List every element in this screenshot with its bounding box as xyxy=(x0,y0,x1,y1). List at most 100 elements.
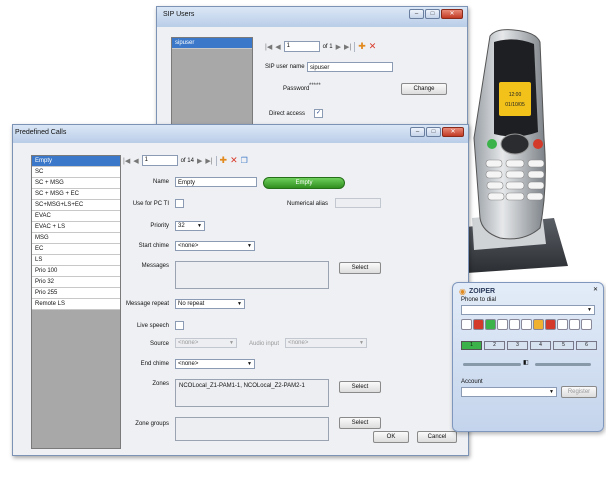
zone-groups-select-button[interactable]: Select xyxy=(339,417,381,429)
list-item[interactable]: Prio 32 xyxy=(32,277,120,288)
add-icon[interactable]: ✚ xyxy=(220,155,228,166)
list-item[interactable]: Prio 100 xyxy=(32,266,120,277)
next-page-icon[interactable]: ▶ xyxy=(336,43,341,51)
list-item[interactable]: Empty xyxy=(32,156,120,167)
list-item[interactable]: sipuser xyxy=(172,38,252,49)
chevron-down-icon: ▼ xyxy=(247,243,252,249)
hold-icon[interactable] xyxy=(497,319,508,330)
name-label: Name xyxy=(152,179,169,185)
ok-button[interactable]: OK xyxy=(373,431,409,443)
transfer-icon[interactable] xyxy=(509,319,520,330)
list-item[interactable]: SC+MSG+LS+EC xyxy=(32,200,120,211)
list-item[interactable]: EC xyxy=(32,244,120,255)
live-speech-checkbox[interactable] xyxy=(175,321,184,330)
register-button[interactable]: Register xyxy=(561,386,597,398)
priority-select[interactable]: 32 ▼ xyxy=(175,221,205,231)
mute-icon[interactable] xyxy=(521,319,532,330)
source-value: <none> xyxy=(178,340,199,346)
zones-area[interactable]: NCOLocal_Z1-PAM1-1, NCOLocal_Z2-PAM2-1 xyxy=(175,379,329,407)
line-tab[interactable]: 5 xyxy=(553,341,574,350)
sip-users-window: SIP Users – □ ✕ sipuser |◀ ◀ 1 of 1 ▶ ▶|… xyxy=(156,6,468,138)
sip-user-name-input[interactable]: sipuser xyxy=(307,62,393,72)
contacts-icon[interactable] xyxy=(533,319,544,330)
list-item[interactable]: SC + MSG + EC xyxy=(32,189,120,200)
audio-input-select[interactable]: <none> ▼ xyxy=(285,338,367,348)
line-tab[interactable]: 3 xyxy=(507,341,528,350)
source-select[interactable]: <none> ▼ xyxy=(175,338,237,348)
maximize-button[interactable]: □ xyxy=(426,127,441,137)
line-tab[interactable]: 1 xyxy=(461,341,482,350)
list-item[interactable]: MSG xyxy=(32,233,120,244)
cancel-button[interactable]: Cancel xyxy=(417,431,457,443)
page-input[interactable]: 1 xyxy=(141,155,178,166)
toolbar-separator xyxy=(354,41,356,52)
prev-page-icon[interactable]: ◀ xyxy=(133,157,138,165)
minimize-button[interactable]: – xyxy=(409,9,424,19)
call-icon[interactable] xyxy=(485,319,496,330)
settings-icon[interactable] xyxy=(569,319,580,330)
delete-icon[interactable]: ✕ xyxy=(230,155,238,166)
messages-select-button[interactable]: Select xyxy=(339,262,381,274)
list-item[interactable]: EVAC + LS xyxy=(32,222,120,233)
mic-slider[interactable] xyxy=(535,363,591,366)
list-item[interactable]: Remote LS xyxy=(32,299,120,310)
minimize-button[interactable]: – xyxy=(410,127,425,137)
first-page-icon[interactable]: |◀ xyxy=(123,157,130,165)
audio-input-label: Audio input xyxy=(249,341,280,347)
chevron-down-icon: ▼ xyxy=(359,340,364,346)
line-tab[interactable]: 2 xyxy=(484,341,505,350)
zones-select-button[interactable]: Select xyxy=(339,381,381,393)
start-chime-select[interactable]: <none> ▼ xyxy=(175,241,255,251)
direct-access-checkbox[interactable]: ✓ xyxy=(314,109,323,118)
list-item[interactable]: EVAC xyxy=(32,211,120,222)
phone-to-dial-label: Phone to dial xyxy=(461,297,497,303)
next-page-icon[interactable]: ▶ xyxy=(197,157,202,165)
close-icon[interactable]: ✕ xyxy=(593,286,598,293)
use-for-pc-checkbox[interactable] xyxy=(175,199,184,208)
source-label: Source xyxy=(149,341,169,347)
volume-slider[interactable] xyxy=(463,363,521,366)
first-page-icon[interactable]: |◀ xyxy=(265,43,272,51)
numerical-alias-input[interactable] xyxy=(335,198,381,208)
line-tabs: 1 2 3 4 5 6 xyxy=(461,341,597,350)
zone-groups-area[interactable] xyxy=(175,417,329,441)
phone-number-input[interactable]: ▼ xyxy=(461,305,595,315)
zoiper-softphone: ◉ ZOIPER ✕ Phone to dial ▼ 1 2 3 4 5 6 ◧… xyxy=(452,282,604,432)
dial-icon[interactable] xyxy=(461,319,472,330)
tools-icon[interactable] xyxy=(581,319,592,330)
change-button[interactable]: Change xyxy=(401,83,447,95)
account-select[interactable]: ▼ xyxy=(461,387,557,397)
delete-icon[interactable]: ✕ xyxy=(369,41,377,52)
list-item[interactable]: SC xyxy=(32,167,120,178)
record-icon[interactable] xyxy=(545,319,556,330)
line-tab[interactable]: 4 xyxy=(530,341,551,350)
copy-icon[interactable]: ❐ xyxy=(241,156,248,165)
last-page-icon[interactable]: ▶| xyxy=(344,43,351,51)
predefined-calls-list: Empty SC SC + MSG SC + MSG + EC SC+MSG+L… xyxy=(31,155,121,449)
use-for-pc-label: Use for PC TI xyxy=(132,201,169,207)
list-item[interactable]: SC + MSG xyxy=(32,178,120,189)
prev-page-icon[interactable]: ◀ xyxy=(275,43,280,51)
close-button[interactable]: ✕ xyxy=(441,9,463,19)
end-chime-value: <none> xyxy=(178,361,199,367)
last-page-icon[interactable]: ▶| xyxy=(205,157,212,165)
maximize-button[interactable]: □ xyxy=(425,9,440,19)
list-item[interactable]: Prio 255 xyxy=(32,288,120,299)
close-button[interactable]: ✕ xyxy=(442,127,464,137)
hangup-icon[interactable] xyxy=(473,319,484,330)
zoiper-brand: ZOIPER xyxy=(468,288,496,295)
add-icon[interactable]: ✚ xyxy=(358,41,366,52)
line-tab[interactable]: 6 xyxy=(576,341,597,350)
phone-screen-date: 01/10/05 xyxy=(505,102,525,108)
sip-users-titlebar: SIP Users – □ ✕ xyxy=(157,7,467,27)
message-repeat-select[interactable]: No repeat ▼ xyxy=(175,299,245,309)
messages-area[interactable] xyxy=(175,261,329,289)
account-label: Account xyxy=(461,379,483,385)
chevron-down-icon: ▼ xyxy=(247,361,252,367)
predefined-calls-title: Predefined Calls xyxy=(15,129,67,136)
name-input[interactable]: Empty xyxy=(175,177,257,187)
end-chime-select[interactable]: <none> ▼ xyxy=(175,359,255,369)
history-icon[interactable] xyxy=(557,319,568,330)
list-item[interactable]: LS xyxy=(32,255,120,266)
page-input[interactable]: 1 xyxy=(283,41,320,52)
